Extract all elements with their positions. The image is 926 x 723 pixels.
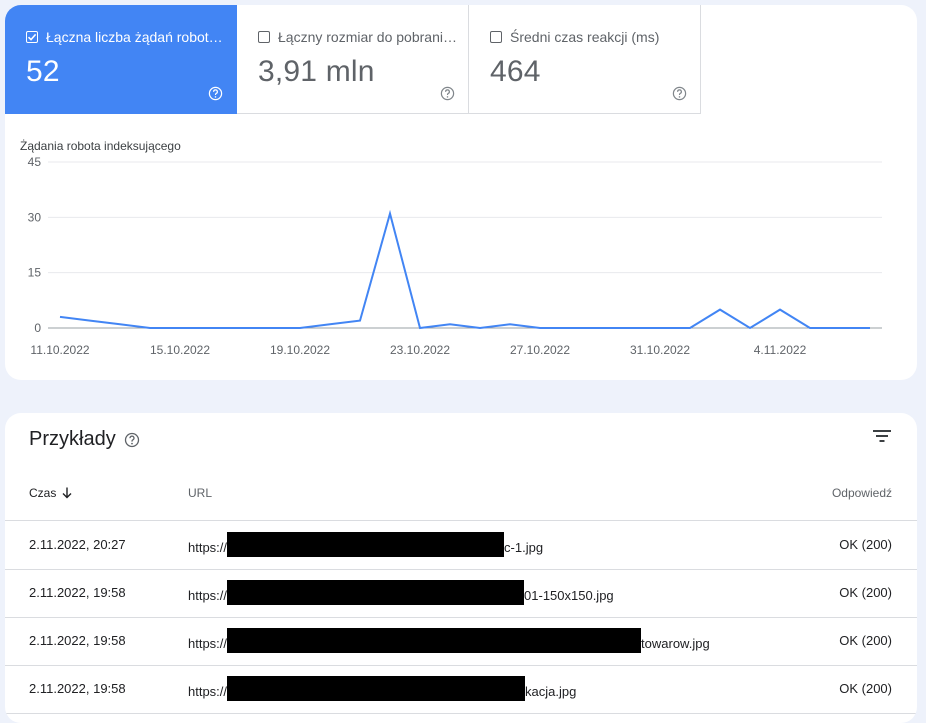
row-time: 2.11.2022, 19:58 bbox=[29, 633, 126, 648]
table-row[interactable]: 2.11.2022, 19:58 https:// 01-150x150.jpg… bbox=[5, 569, 917, 618]
redacted-block bbox=[227, 580, 525, 605]
crawl-stats-card: Łączna liczba żądań robot… 52 Łączny roz… bbox=[5, 5, 917, 380]
series-line[interactable] bbox=[59, 209, 870, 330]
y-tick-label: 45 bbox=[28, 155, 42, 169]
row-time: 2.11.2022, 19:58 bbox=[29, 681, 126, 696]
redacted-block bbox=[227, 676, 526, 701]
metric-total-requests[interactable]: Łączna liczba żądań robot… 52 bbox=[5, 5, 237, 114]
row-response: OK (200) bbox=[839, 681, 892, 696]
row-time: 2.11.2022, 20:27 bbox=[29, 537, 126, 552]
chart-x-ticks: 11.10.2022 15.10.2022 19.10.2022 23.10.2022… bbox=[30, 343, 806, 357]
redacted-block bbox=[227, 628, 642, 653]
x-tick-label: 11.10.2022 bbox=[30, 343, 89, 357]
arrow-down-icon bbox=[62, 487, 72, 499]
redacted-block bbox=[227, 532, 505, 557]
x-tick-label: 19.10.2022 bbox=[270, 343, 330, 357]
chart-gridlines bbox=[48, 161, 882, 329]
row-response: OK (200) bbox=[839, 537, 892, 552]
metric-value: 3,91 mln bbox=[258, 55, 375, 88]
examples-title: Przykłady bbox=[29, 428, 116, 450]
column-header-time[interactable]: Czas bbox=[29, 486, 72, 500]
row-url[interactable]: https:// towarow.jpg bbox=[188, 628, 710, 653]
x-tick-label: 15.10.2022 bbox=[150, 343, 210, 357]
y-tick-label: 15 bbox=[28, 266, 42, 280]
metric-average-response-time[interactable]: Średni czas reakcji (ms) 464 bbox=[469, 5, 701, 114]
chart-series bbox=[59, 209, 870, 330]
chart-y-ticks: 0 15 30 45 bbox=[28, 155, 42, 335]
x-tick-label: 23.10.2022 bbox=[390, 343, 450, 357]
metric-value: 52 bbox=[26, 55, 60, 88]
metric-label: Łączna liczba żądań robot… bbox=[46, 29, 223, 45]
row-time: 2.11.2022, 19:58 bbox=[29, 585, 126, 600]
help-icon[interactable] bbox=[440, 86, 455, 101]
help-icon[interactable] bbox=[208, 86, 223, 101]
metric-label: Łączny rozmiar do pobrani… bbox=[278, 29, 457, 45]
x-tick-label: 31.10.2022 bbox=[630, 343, 690, 357]
help-icon[interactable] bbox=[124, 432, 140, 448]
help-icon[interactable] bbox=[672, 86, 687, 101]
column-header-response: Odpowiedź bbox=[831, 486, 892, 500]
checkbox-unchecked-icon[interactable] bbox=[490, 31, 502, 43]
crawl-requests-line-chart[interactable]: 0 15 30 45 11.10.2022 15.10.2022 19.10.2022 23… bbox=[5, 150, 917, 375]
row-url[interactable]: https:// 01-150x150.jpg bbox=[188, 580, 614, 605]
row-url[interactable]: https:// c-1.jpg bbox=[188, 532, 543, 557]
metric-value: 464 bbox=[490, 55, 541, 88]
table-row[interactable]: 2.11.2022, 19:58 https:// towarow.jpg OK… bbox=[5, 617, 917, 666]
x-tick-label: 27.10.2022 bbox=[510, 343, 570, 357]
table-row[interactable]: 2.11.2022, 19:58 https:// kacja.jpg OK (… bbox=[5, 665, 917, 714]
metric-label: Średni czas reakcji (ms) bbox=[510, 29, 660, 45]
checkbox-unchecked-icon[interactable] bbox=[258, 31, 270, 43]
column-header-url: URL bbox=[188, 486, 213, 500]
examples-card: Przykłady Czas URL Odpowiedź 2.11.2022, … bbox=[5, 413, 917, 723]
x-tick-label: 4.11.2022 bbox=[754, 343, 807, 357]
table-row[interactable]: 2.11.2022, 20:27 https:// c-1.jpg OK (20… bbox=[5, 521, 917, 570]
row-response: OK (200) bbox=[839, 585, 892, 600]
y-tick-label: 30 bbox=[28, 210, 42, 224]
row-url[interactable]: https:// kacja.jpg bbox=[188, 676, 576, 701]
y-tick-label: 0 bbox=[34, 321, 41, 335]
metric-total-download-size[interactable]: Łączny rozmiar do pobrani… 3,91 mln bbox=[237, 5, 469, 114]
checkbox-checked-icon[interactable] bbox=[26, 31, 38, 43]
row-response: OK (200) bbox=[839, 633, 892, 648]
filter-icon[interactable] bbox=[873, 428, 891, 444]
